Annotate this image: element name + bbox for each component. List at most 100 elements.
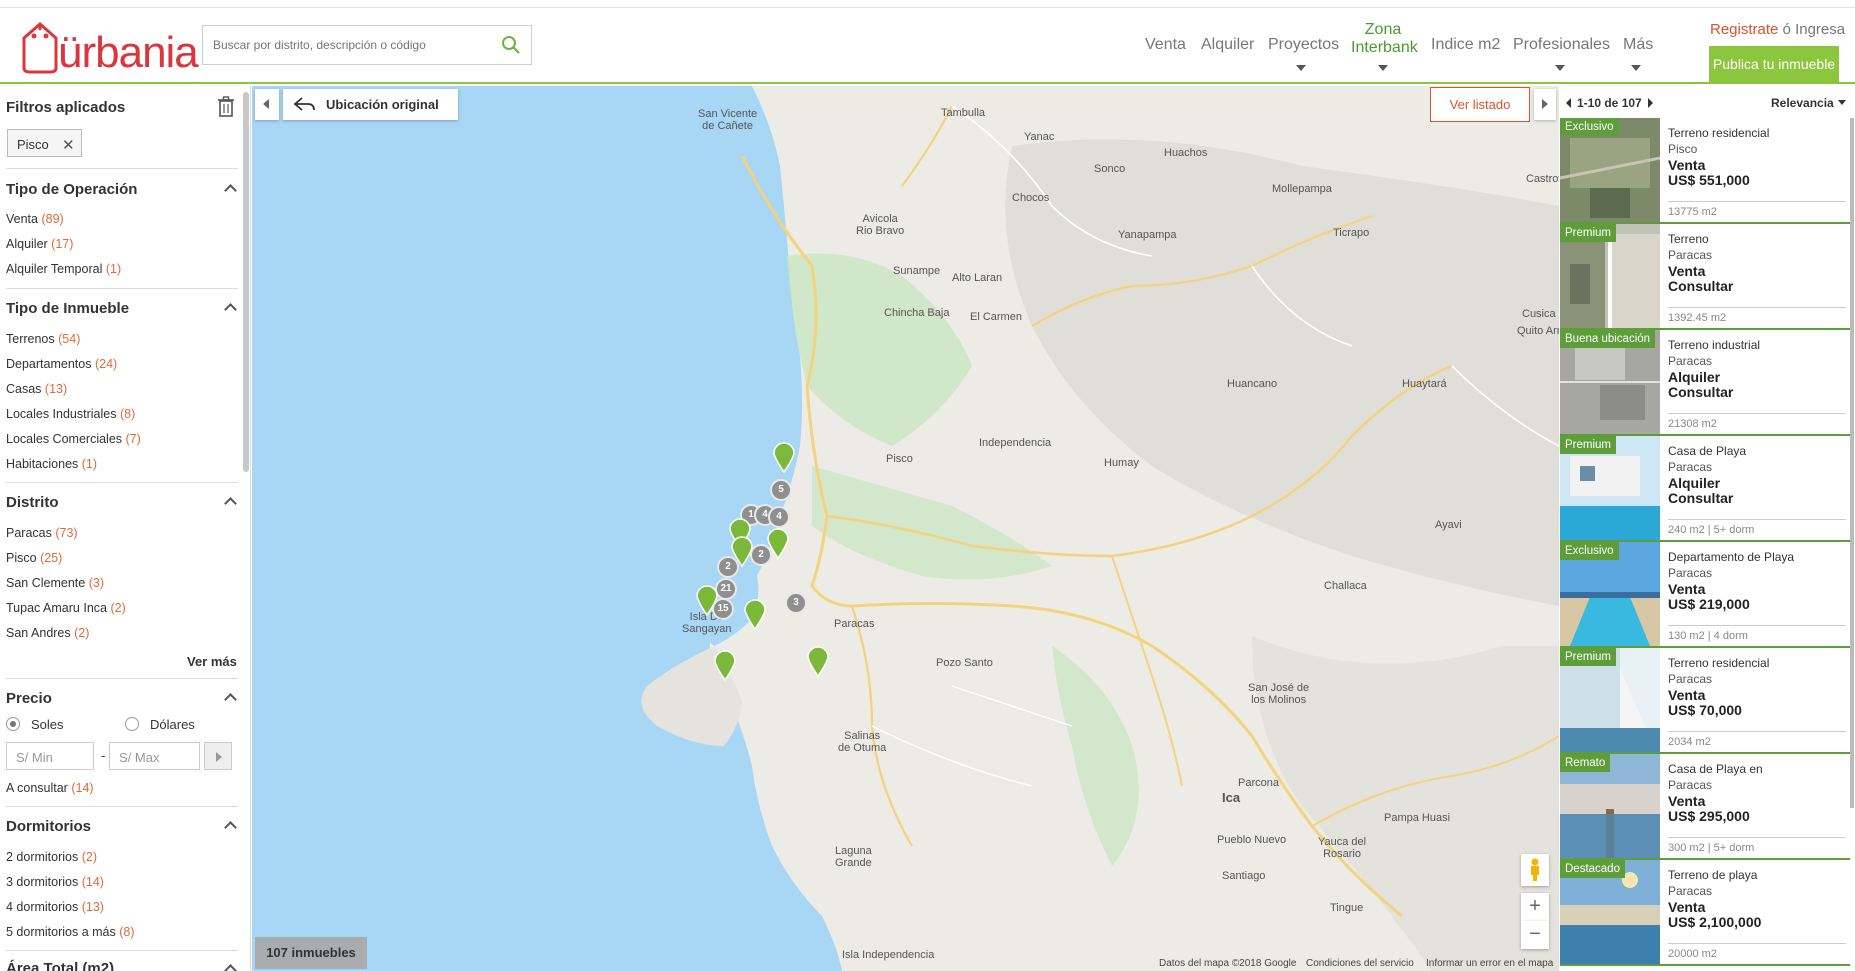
filter-option[interactable]: Locales Industriales (8) (6, 407, 135, 421)
report-error-link[interactable]: Informar un error en el mapa (1426, 958, 1553, 969)
result-card[interactable]: Premium Terreno residencial Paracas Venta US… (1560, 648, 1850, 754)
chevron-up-icon[interactable] (224, 497, 237, 510)
publish-button[interactable]: Publica tu inmueble (1709, 46, 1839, 82)
filter-option[interactable]: Tupac Amaru Inca (2) (6, 601, 126, 615)
result-card[interactable]: Premium Terreno Paracas Venta Consultar 1392.… (1560, 224, 1850, 330)
map-cluster[interactable]: 3 (785, 592, 807, 614)
pagination[interactable]: 1-10 de 107 (1566, 96, 1653, 110)
operation-section-title[interactable]: Tipo de Operación (6, 181, 137, 198)
chevron-up-icon[interactable] (224, 964, 237, 971)
filter-option[interactable]: Alquiler Temporal (1) (6, 262, 121, 276)
bedrooms-section-title[interactable]: Dormitorios (6, 818, 91, 835)
nav-zona-interbank[interactable]: Zona Interbank (1351, 21, 1418, 57)
filter-option[interactable]: Terrenos (54) (6, 332, 80, 346)
property-section-title[interactable]: Tipo de Inmueble (6, 300, 129, 317)
property-thumbnail[interactable]: Premium (1560, 648, 1660, 752)
terms-link[interactable]: Condiciones del servicio (1306, 958, 1414, 969)
nav-indice-m2[interactable]: Indice m2 (1431, 36, 1500, 54)
search-box[interactable] (202, 25, 532, 65)
filter-option[interactable]: A consultar (14) (6, 781, 94, 795)
property-thumbnail[interactable]: Buena ubicación (1560, 330, 1660, 434)
map-pin-icon[interactable] (695, 584, 719, 616)
nav-profesionales[interactable]: Profesionales (1513, 36, 1610, 54)
map-pin-icon[interactable] (766, 527, 790, 559)
property-thumbnail[interactable]: Premium (1560, 224, 1660, 328)
chevron-up-icon[interactable] (224, 184, 237, 197)
street-view-icon[interactable] (1521, 854, 1549, 886)
map-cluster[interactable]: 5 (770, 479, 792, 501)
see-more-link[interactable]: Ver más (187, 654, 237, 669)
currency-dollars-radio[interactable] (125, 717, 139, 731)
filter-option[interactable]: San Andres (2) (6, 626, 89, 640)
login-link[interactable]: Ingresa (1795, 21, 1845, 38)
chevron-up-icon[interactable] (224, 821, 237, 834)
search-input[interactable] (203, 26, 493, 64)
result-card[interactable]: Exclusivo Terreno residencial Pisco Venta US… (1560, 118, 1850, 224)
chevron-down-icon[interactable] (1631, 65, 1641, 71)
filter-option[interactable]: Habitaciones (1) (6, 457, 97, 471)
map-pin-icon[interactable] (730, 535, 754, 567)
search-icon[interactable] (501, 35, 521, 55)
chevron-down-icon[interactable] (1555, 65, 1565, 71)
map-pin-icon[interactable] (713, 649, 737, 681)
price-apply-button[interactable] (204, 742, 232, 770)
filter-option[interactable]: Paracas (73) (6, 526, 78, 540)
nav-proyectos[interactable]: Proyectos (1268, 36, 1339, 54)
property-thumbnail[interactable]: Premium (1560, 436, 1660, 540)
price-min-input[interactable]: S/ Min (6, 742, 94, 770)
filter-option[interactable]: Locales Comerciales (7) (6, 432, 141, 446)
results-scrollbar[interactable] (1850, 118, 1854, 808)
chevron-down-icon[interactable] (1296, 65, 1306, 71)
trash-icon[interactable] (217, 96, 235, 118)
chevron-down-icon[interactable] (1378, 65, 1388, 71)
nav-venta[interactable]: Venta (1145, 36, 1186, 54)
filter-option[interactable]: San Clemente (3) (6, 576, 104, 590)
chevron-up-icon[interactable] (224, 303, 237, 316)
filter-option[interactable]: 4 dormitorios (13) (6, 900, 104, 914)
nav-alquiler[interactable]: Alquiler (1201, 36, 1254, 54)
area-section-title[interactable]: Área Total (m2) (6, 960, 114, 971)
logo[interactable]: ürbania (20, 20, 199, 77)
sort-dropdown[interactable]: Relevancia (1771, 96, 1846, 110)
currency-soles-radio[interactable] (6, 717, 20, 731)
map-pin-icon[interactable] (806, 645, 830, 677)
map-view[interactable]: San Vicente de Cañete Tambulla Yanac Hua… (252, 86, 1559, 971)
map-cluster[interactable]: 4 (768, 506, 790, 528)
result-card[interactable]: Destacado Terreno de playa Paracas Venta US$… (1560, 860, 1850, 966)
filter-option[interactable]: 3 dormitorios (14) (6, 875, 104, 889)
close-icon[interactable]: ✕ (62, 136, 75, 154)
property-thumbnail[interactable]: Destacado (1560, 860, 1660, 964)
district-section-title[interactable]: Distrito (6, 494, 59, 511)
filter-option[interactable]: 5 dormitorios a más (8) (6, 925, 135, 939)
expand-map-button[interactable] (1534, 89, 1556, 120)
property-thumbnail[interactable]: Remato (1560, 754, 1660, 858)
chevron-right-icon[interactable] (1647, 98, 1653, 108)
filter-option[interactable]: Pisco (25) (6, 551, 62, 565)
nav-mas[interactable]: Más (1623, 36, 1653, 54)
result-card[interactable]: Exclusivo Departamento de Playa Paracas Ven… (1560, 542, 1850, 648)
collapse-sidebar-button[interactable] (255, 89, 279, 120)
zoom-in-button[interactable]: + (1521, 893, 1549, 921)
chevron-up-icon[interactable] (224, 693, 237, 706)
filter-option[interactable]: Departamentos (24) (6, 357, 117, 371)
filter-chip-pisco[interactable]: Pisco ✕ (7, 129, 82, 157)
view-list-button[interactable]: Ver listado (1430, 87, 1530, 122)
map-pin-icon[interactable] (772, 441, 796, 473)
register-link[interactable]: Registrate (1710, 21, 1778, 38)
property-thumbnail[interactable]: Exclusivo (1560, 118, 1660, 222)
result-card[interactable]: Remato Casa de Playa en Paracas Venta US$ 29… (1560, 754, 1850, 860)
sidebar-scrollbar[interactable] (243, 92, 249, 472)
filter-option[interactable]: Venta (89) (6, 212, 64, 226)
result-card[interactable]: Buena ubicación Terreno industrial Paracas… (1560, 330, 1850, 436)
property-thumbnail[interactable]: Exclusivo (1560, 542, 1660, 646)
chevron-left-icon[interactable] (1566, 98, 1571, 108)
filter-option[interactable]: Casas (13) (6, 382, 67, 396)
filter-option[interactable]: Alquiler (17) (6, 237, 73, 251)
price-max-input[interactable]: S/ Max (109, 742, 200, 770)
result-card[interactable]: Premium Casa de Playa Paracas Alquiler Consu… (1560, 436, 1850, 542)
filter-option[interactable]: 2 dormitorios (2) (6, 850, 97, 864)
zoom-out-button[interactable]: − (1521, 921, 1549, 949)
map-pin-icon[interactable] (743, 598, 767, 630)
original-location-button[interactable]: Ubicación original (283, 89, 458, 120)
price-section-title[interactable]: Precio (6, 690, 52, 707)
